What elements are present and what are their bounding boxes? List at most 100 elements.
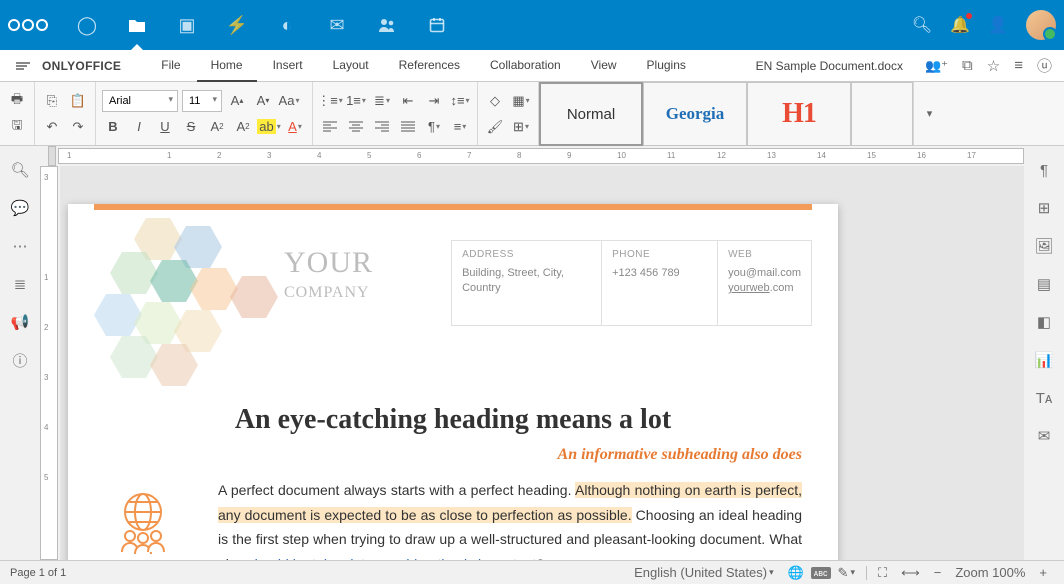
web-mail: you@mail.com bbox=[728, 267, 801, 279]
mail-app-icon[interactable]: ✉ bbox=[312, 0, 362, 50]
fit-width-icon[interactable]: ⟷ bbox=[894, 565, 927, 581]
dashboard-app-icon[interactable]: ◯ bbox=[62, 0, 112, 50]
favorite-icon[interactable]: ☆ bbox=[987, 57, 1000, 75]
tab-home[interactable]: Home bbox=[197, 50, 257, 82]
save-icon[interactable]: 🖫 bbox=[6, 116, 28, 138]
search-icon[interactable]: 🔍︎ bbox=[912, 15, 932, 35]
mailmerge-icon[interactable]: ✉ bbox=[1032, 424, 1056, 448]
user-avatar[interactable] bbox=[1026, 10, 1056, 40]
increase-indent-icon[interactable]: ⇥ bbox=[423, 90, 445, 112]
style-normal[interactable]: Normal bbox=[539, 82, 643, 146]
number-list-icon[interactable]: 1≡▾ bbox=[345, 90, 367, 112]
style-h1[interactable]: H1 bbox=[747, 82, 851, 146]
superscript-icon[interactable]: A2 bbox=[206, 116, 228, 138]
align-center-icon[interactable] bbox=[345, 116, 367, 138]
tracked-insertion: is important bbox=[464, 556, 536, 561]
align-right-icon[interactable] bbox=[371, 116, 393, 138]
tab-references[interactable]: References bbox=[385, 50, 474, 82]
style-georgia[interactable]: Georgia bbox=[643, 82, 747, 146]
align-left-icon[interactable] bbox=[319, 116, 341, 138]
image-settings-icon[interactable]: 🖼 bbox=[1032, 234, 1056, 258]
zoom-out-icon[interactable]: − bbox=[927, 565, 949, 580]
editor-tabs: File Home Insert Layout References Colla… bbox=[147, 50, 700, 82]
track-changes-icon[interactable]: ✎▾ bbox=[831, 565, 862, 581]
page-canvas[interactable]: YOUR COMPANY ADDRESS Building, Street, C… bbox=[60, 166, 1024, 560]
spellcheck-icon[interactable]: 🌐 bbox=[781, 565, 811, 581]
style-blank[interactable] bbox=[851, 82, 913, 146]
paragraph-settings-icon[interactable]: ¶ bbox=[1032, 158, 1056, 182]
decrease-font-icon[interactable]: A▾ bbox=[252, 90, 274, 112]
spellcheck-toggle-icon[interactable]: ᴀʙc bbox=[811, 567, 831, 579]
undo-icon[interactable]: ↶ bbox=[41, 116, 63, 138]
feedback-icon[interactable]: 📢 bbox=[8, 310, 32, 334]
files-app-icon[interactable] bbox=[112, 0, 162, 50]
tab-layout[interactable]: Layout bbox=[319, 50, 383, 82]
font-size-select[interactable] bbox=[182, 90, 222, 112]
calendar-app-icon[interactable] bbox=[412, 0, 462, 50]
language-selector[interactable]: English (United States) ▾ bbox=[627, 565, 780, 580]
underline-icon[interactable]: U bbox=[154, 116, 176, 138]
highlight-color-icon[interactable]: ab▾ bbox=[258, 116, 280, 138]
header-footer-icon[interactable]: ▤ bbox=[1032, 272, 1056, 296]
shape-settings-icon[interactable]: ◧ bbox=[1032, 310, 1056, 334]
line-spacing-icon[interactable]: ↕≡▾ bbox=[449, 90, 471, 112]
italic-icon[interactable]: I bbox=[128, 116, 150, 138]
zoom-level[interactable]: Zoom 100% bbox=[948, 565, 1032, 580]
increase-font-icon[interactable]: A▴ bbox=[226, 90, 248, 112]
tab-view[interactable]: View bbox=[577, 50, 631, 82]
subscript-icon[interactable]: A2 bbox=[232, 116, 254, 138]
nextcloud-logo[interactable] bbox=[8, 19, 48, 31]
navigation-icon[interactable]: ≣ bbox=[8, 272, 32, 296]
clear-style-icon[interactable]: ◇ bbox=[484, 90, 506, 112]
horizontal-ruler[interactable]: 11234567891011121314151617 bbox=[40, 146, 1024, 166]
open-location-icon[interactable]: ⧉ bbox=[962, 57, 973, 74]
activity-app-icon[interactable]: ⚡ bbox=[212, 0, 262, 50]
notifications-icon[interactable]: 🔔 bbox=[950, 15, 970, 35]
web-link: yourweb bbox=[728, 282, 770, 294]
tab-file[interactable]: File bbox=[147, 50, 194, 82]
table-settings-icon[interactable]: ⊞ bbox=[1032, 196, 1056, 220]
user-profile-icon[interactable]: ⓤ bbox=[1037, 55, 1052, 76]
onlyoffice-logo-icon bbox=[16, 62, 30, 70]
contacts-menu-icon[interactable]: 👤 bbox=[988, 15, 1008, 35]
web-label: WEB bbox=[728, 249, 801, 260]
paste-icon[interactable]: 📋 bbox=[67, 90, 89, 112]
decrease-indent-icon[interactable]: ⇤ bbox=[397, 90, 419, 112]
manage-access-icon[interactable]: 👥⁺ bbox=[925, 58, 948, 74]
select-all-icon[interactable]: ⊞▾ bbox=[510, 116, 532, 138]
strikethrough-icon[interactable]: S bbox=[180, 116, 202, 138]
shading-direction-icon[interactable]: ≡▾ bbox=[449, 116, 471, 138]
comments-icon[interactable]: 💬 bbox=[8, 196, 32, 220]
font-color-icon[interactable]: A▾ bbox=[284, 116, 306, 138]
textart-settings-icon[interactable]: Tᴀ bbox=[1032, 386, 1056, 410]
multilevel-list-icon[interactable]: ≣▾ bbox=[371, 90, 393, 112]
chart-settings-icon[interactable]: 📊 bbox=[1032, 348, 1056, 372]
talk-app-icon[interactable]: ◐ bbox=[262, 0, 312, 50]
tab-plugins[interactable]: Plugins bbox=[633, 50, 700, 82]
vertical-ruler[interactable]: 312345 bbox=[40, 166, 58, 560]
zoom-in-icon[interactable]: + bbox=[1032, 565, 1054, 580]
chat-icon[interactable]: ⋯ bbox=[8, 234, 32, 258]
shading-icon[interactable]: ▦▾ bbox=[510, 90, 532, 112]
page-indicator[interactable]: Page 1 of 1 bbox=[10, 567, 66, 579]
change-case-icon[interactable]: Aa▾ bbox=[278, 90, 300, 112]
copy-style-icon[interactable]: 🖌 bbox=[484, 116, 506, 138]
bold-icon[interactable]: B bbox=[102, 116, 124, 138]
contacts-app-icon[interactable] bbox=[362, 0, 412, 50]
photos-app-icon[interactable]: ▣ bbox=[162, 0, 212, 50]
bullet-list-icon[interactable]: ⋮≡▾ bbox=[319, 90, 341, 112]
styles-expand-icon[interactable]: ▾ bbox=[913, 82, 945, 145]
tab-insert[interactable]: Insert bbox=[259, 50, 317, 82]
nextcloud-app-switcher: ◯ ▣ ⚡ ◐ ✉ bbox=[62, 0, 462, 50]
about-icon[interactable]: ⓘ bbox=[8, 348, 32, 372]
redo-icon[interactable]: ↷ bbox=[67, 116, 89, 138]
print-icon[interactable]: 🖶 bbox=[6, 90, 28, 112]
view-settings-icon[interactable]: ≡ bbox=[1014, 57, 1023, 74]
fit-page-icon[interactable]: ⛶ bbox=[871, 565, 894, 581]
font-name-select[interactable] bbox=[102, 90, 178, 112]
tab-collaboration[interactable]: Collaboration bbox=[476, 50, 575, 82]
find-icon[interactable]: 🔍︎ bbox=[8, 158, 32, 182]
align-justify-icon[interactable] bbox=[397, 116, 419, 138]
copy-icon[interactable]: ⎘ bbox=[41, 90, 63, 112]
nonprinting-icon[interactable]: ¶▾ bbox=[423, 116, 445, 138]
